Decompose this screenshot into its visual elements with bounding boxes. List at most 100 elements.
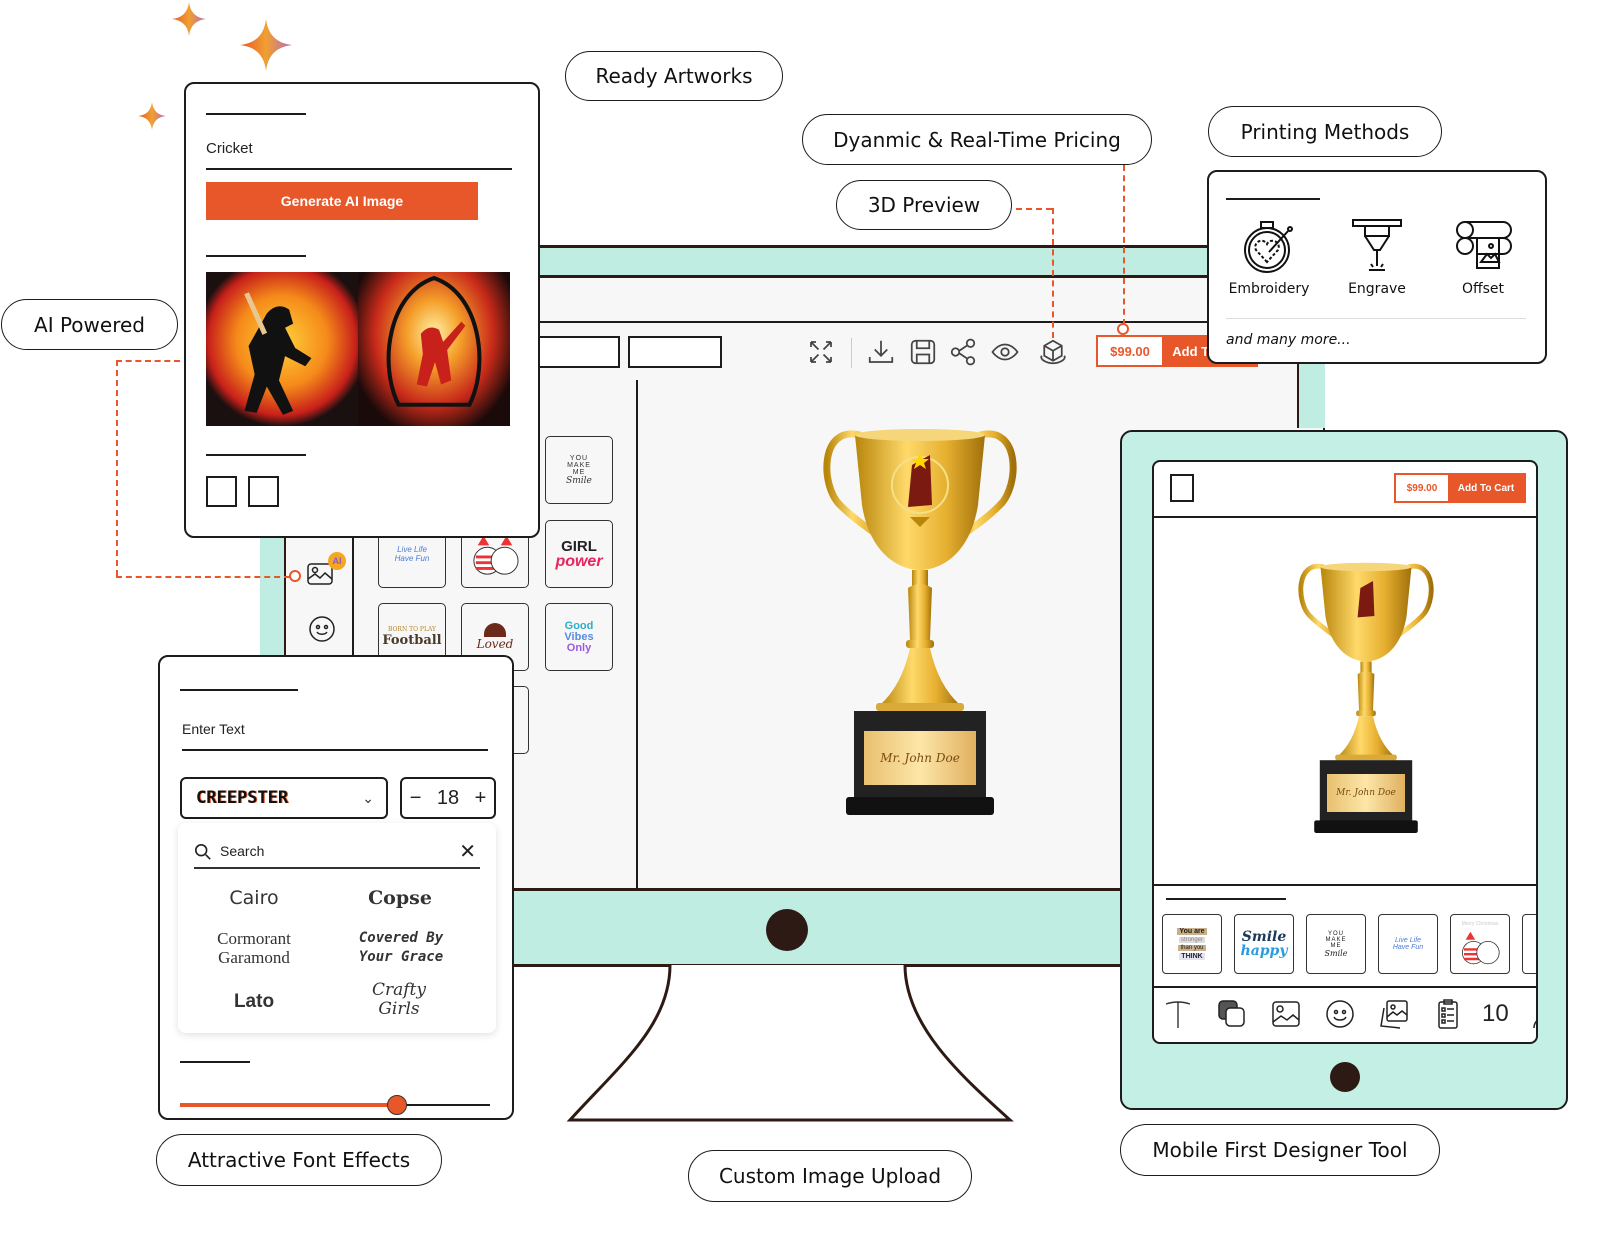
ai-image-panel: Cricket Generate AI Image bbox=[184, 82, 540, 538]
emoji-icon[interactable] bbox=[1324, 998, 1356, 1030]
toolbar-separator bbox=[851, 338, 852, 368]
3d-preview-icon[interactable] bbox=[1038, 337, 1068, 367]
font-option-covered-by-your-grace[interactable]: Covered By Your Grace bbox=[338, 929, 464, 967]
method-label: Offset bbox=[1461, 281, 1505, 297]
label-3d-preview: 3D Preview bbox=[836, 180, 1012, 230]
mobile-trophy-plaque[interactable]: Mr. John Doe bbox=[1327, 774, 1405, 812]
emoji-tool[interactable] bbox=[308, 615, 336, 643]
user-icon[interactable] bbox=[1530, 998, 1536, 1030]
mobile-artwork-you-make-me-smile[interactable]: YOU MAKE ME Smile bbox=[1306, 914, 1366, 974]
printing-methods-panel: Embroidery Engrave Offset and many more.… bbox=[1207, 170, 1547, 364]
mobile-artwork-christmas-cats[interactable]: Merry Christmas bbox=[1450, 914, 1510, 974]
plaque-text: Mr. John Doe bbox=[880, 751, 960, 765]
ai-option-box-1[interactable] bbox=[206, 476, 237, 507]
artwork-panel-border bbox=[636, 380, 638, 888]
method-offset[interactable]: Offset bbox=[1433, 216, 1533, 306]
mobile-add-to-cart-button[interactable]: Add To Cart bbox=[1448, 475, 1524, 501]
artwork-tile-good-vibes[interactable]: Good Vibes Only bbox=[545, 603, 613, 671]
connector-ring bbox=[289, 570, 301, 582]
connector-ai bbox=[116, 360, 180, 362]
mobile-screen: $99.00 Add To Cart Mr. John Doe You are … bbox=[1152, 460, 1538, 1044]
mobile-header: $99.00 Add To Cart bbox=[1154, 462, 1536, 518]
connector-ai bbox=[116, 360, 118, 576]
connector-ring bbox=[1117, 323, 1129, 335]
laser-engrave-icon bbox=[1352, 219, 1402, 271]
connector-3d bbox=[1052, 208, 1054, 338]
mobile-artwork-girl-power[interactable]: GI po bbox=[1522, 914, 1536, 974]
mobile-toolbar-divider bbox=[1154, 986, 1536, 988]
mobile-price-label: $99.00 bbox=[1406, 482, 1438, 494]
font-option-cairo[interactable]: Cairo bbox=[184, 887, 324, 909]
clipboard-icon[interactable] bbox=[1432, 998, 1464, 1030]
monitor-stand bbox=[566, 965, 1014, 1122]
font-size-stepper[interactable]: − 18 + bbox=[400, 777, 496, 819]
font-effects-panel: Enter Text CREEPSTER ⌄ − 18 + Search ✕ C… bbox=[158, 655, 514, 1120]
generated-image-1[interactable] bbox=[206, 272, 358, 426]
slider-fill bbox=[180, 1103, 397, 1107]
method-engrave[interactable]: Engrave bbox=[1327, 216, 1427, 306]
label-printing-methods: Printing Methods bbox=[1208, 106, 1442, 157]
mobile-artwork-live-life[interactable]: Live Life Have Fun bbox=[1378, 914, 1438, 974]
connector-pricing bbox=[1123, 165, 1125, 325]
section-heading-line bbox=[1166, 898, 1286, 900]
connector-ai bbox=[116, 576, 290, 578]
gallery-icon[interactable] bbox=[1378, 998, 1410, 1030]
section-heading-line bbox=[206, 255, 306, 257]
offset-print-icon bbox=[1456, 221, 1512, 269]
ai-option-box-2[interactable] bbox=[248, 476, 279, 507]
artwork-tile-you-make-me-smile[interactable]: YOU MAKE ME Smile bbox=[545, 436, 613, 504]
mobile-product-canvas[interactable]: Mr. John Doe bbox=[1296, 560, 1436, 840]
label-image-upload: Custom Image Upload bbox=[688, 1150, 972, 1202]
label-ready-artworks: Ready Artworks bbox=[565, 51, 783, 101]
slider-thumb[interactable] bbox=[387, 1095, 407, 1115]
toolbar-input-1[interactable] bbox=[528, 336, 620, 368]
section-heading-line bbox=[206, 113, 306, 115]
mobile-menu-box[interactable] bbox=[1170, 474, 1194, 502]
download-icon[interactable] bbox=[866, 337, 896, 367]
trophy-plaque[interactable]: Mr. John Doe bbox=[864, 731, 976, 785]
font-option-copse[interactable]: Copse bbox=[330, 887, 470, 909]
batsman-silhouette bbox=[244, 292, 312, 415]
method-label: Embroidery bbox=[1228, 281, 1310, 297]
mobile-home-button[interactable] bbox=[1330, 1062, 1360, 1092]
save-icon[interactable] bbox=[908, 337, 938, 367]
generated-image-2[interactable] bbox=[358, 272, 510, 426]
artwork-tile-girl-power[interactable]: GIRL power bbox=[545, 520, 613, 588]
ai-image-tool[interactable]: AI bbox=[306, 552, 346, 592]
section-heading-line bbox=[180, 1061, 250, 1063]
ai-prompt-input[interactable]: Cricket bbox=[206, 140, 512, 170]
toolbar-number[interactable]: 10 bbox=[1482, 1000, 1509, 1028]
search-icon bbox=[194, 843, 211, 860]
product-canvas[interactable]: Mr. John Doe bbox=[820, 425, 1020, 825]
batsman-emblem bbox=[386, 275, 482, 407]
mobile-canvas-divider bbox=[1154, 884, 1536, 886]
text-input[interactable]: Enter Text bbox=[182, 721, 488, 751]
label-font-effects: Attractive Font Effects bbox=[156, 1134, 442, 1186]
method-embroidery[interactable]: Embroidery bbox=[1219, 216, 1319, 306]
font-size-value: 18 bbox=[436, 786, 460, 809]
font-option-lato[interactable]: Lato bbox=[184, 991, 324, 1013]
layers-icon[interactable] bbox=[1216, 998, 1248, 1030]
close-icon[interactable]: ✕ bbox=[459, 839, 476, 864]
decrease-button[interactable]: − bbox=[410, 787, 422, 810]
preview-icon[interactable] bbox=[990, 337, 1020, 367]
toolbar-input-2[interactable] bbox=[628, 336, 722, 368]
text-icon[interactable] bbox=[1162, 998, 1194, 1030]
font-family-select[interactable]: CREEPSTER ⌄ bbox=[180, 777, 388, 819]
mobile-artwork-smile-happy[interactable]: Smile happy bbox=[1234, 914, 1294, 974]
share-icon[interactable] bbox=[948, 337, 978, 367]
generate-ai-image-button[interactable]: Generate AI Image bbox=[206, 182, 478, 220]
image-icon[interactable] bbox=[1270, 998, 1302, 1030]
increase-button[interactable]: + bbox=[475, 787, 487, 810]
panel-divider bbox=[1226, 318, 1526, 319]
font-option-cormorant-garamond[interactable]: Cormorant Garamond bbox=[184, 929, 324, 967]
mobile-artwork-you-are-stronger[interactable]: You are stronger than you THINK bbox=[1162, 914, 1222, 974]
coffee-cup-icon bbox=[484, 623, 506, 637]
connector-3d bbox=[1016, 208, 1052, 210]
font-search[interactable]: Search ✕ bbox=[194, 839, 480, 869]
fullscreen-icon[interactable] bbox=[806, 337, 836, 367]
label-ai-powered: AI Powered bbox=[1, 299, 178, 350]
font-option-crafty-girls[interactable]: Crafty Girls bbox=[354, 981, 444, 1019]
font-effect-slider[interactable] bbox=[180, 1095, 490, 1115]
label-mobile-first: Mobile First Designer Tool bbox=[1120, 1124, 1440, 1176]
